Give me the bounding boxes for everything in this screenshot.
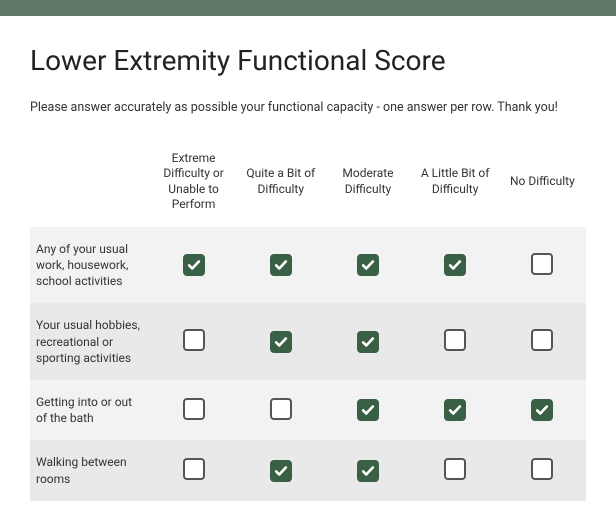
checkbox[interactable] [444, 458, 466, 480]
cell [150, 380, 237, 440]
cell [412, 227, 499, 304]
checkbox[interactable] [357, 460, 379, 482]
checkbox[interactable] [444, 399, 466, 421]
cell [499, 227, 586, 304]
col-header: A Little Bit of Difficulty [412, 145, 499, 227]
checkbox[interactable] [270, 460, 292, 482]
cell [237, 303, 324, 380]
checkbox[interactable] [270, 398, 292, 420]
table-row: Getting into or out of the bath [30, 380, 586, 440]
checkbox[interactable] [270, 331, 292, 353]
cell [237, 440, 324, 500]
col-header: Moderate Difficulty [324, 145, 411, 227]
checkbox[interactable] [357, 331, 379, 353]
row-label: Your usual hobbies, recreational or spor… [30, 303, 150, 380]
cell [324, 380, 411, 440]
cell [237, 380, 324, 440]
row-label: Getting into or out of the bath [30, 380, 150, 440]
form-content: Lower Extremity Functional Score Please … [0, 16, 616, 501]
page-title: Lower Extremity Functional Score [30, 44, 586, 77]
checkbox[interactable] [444, 329, 466, 351]
instructions-text: Please answer accurately as possible you… [30, 99, 586, 117]
col-header: Quite a Bit of Difficulty [237, 145, 324, 227]
top-accent-bar [0, 0, 616, 16]
col-header: No Difficulty [499, 145, 586, 227]
checkbox[interactable] [357, 399, 379, 421]
col-header: Extreme Difficulty or Unable to Perform [150, 145, 237, 227]
cell [499, 303, 586, 380]
checkbox[interactable] [183, 329, 205, 351]
cell [499, 440, 586, 500]
cell [324, 227, 411, 304]
table-row: Your usual hobbies, recreational or spor… [30, 303, 586, 380]
checkbox[interactable] [270, 254, 292, 276]
checkbox[interactable] [531, 399, 553, 421]
table-row: Walking between rooms [30, 440, 586, 500]
cell [324, 303, 411, 380]
checkbox[interactable] [531, 458, 553, 480]
table-row: Any of your usual work, housework, schoo… [30, 227, 586, 304]
checkbox[interactable] [183, 398, 205, 420]
checkbox[interactable] [531, 253, 553, 275]
cell [237, 227, 324, 304]
cell [150, 227, 237, 304]
cell [412, 440, 499, 500]
cell [150, 440, 237, 500]
cell [324, 440, 411, 500]
checkbox[interactable] [357, 254, 379, 276]
cell [499, 380, 586, 440]
header-blank [30, 145, 150, 227]
checkbox[interactable] [183, 254, 205, 276]
checkbox[interactable] [531, 329, 553, 351]
row-label: Any of your usual work, housework, schoo… [30, 227, 150, 304]
cell [412, 303, 499, 380]
header-row: Extreme Difficulty or Unable to Perform … [30, 145, 586, 227]
score-table: Extreme Difficulty or Unable to Perform … [30, 145, 586, 501]
row-label: Walking between rooms [30, 440, 150, 500]
cell [412, 380, 499, 440]
checkbox[interactable] [444, 254, 466, 276]
checkbox[interactable] [183, 458, 205, 480]
cell [150, 303, 237, 380]
